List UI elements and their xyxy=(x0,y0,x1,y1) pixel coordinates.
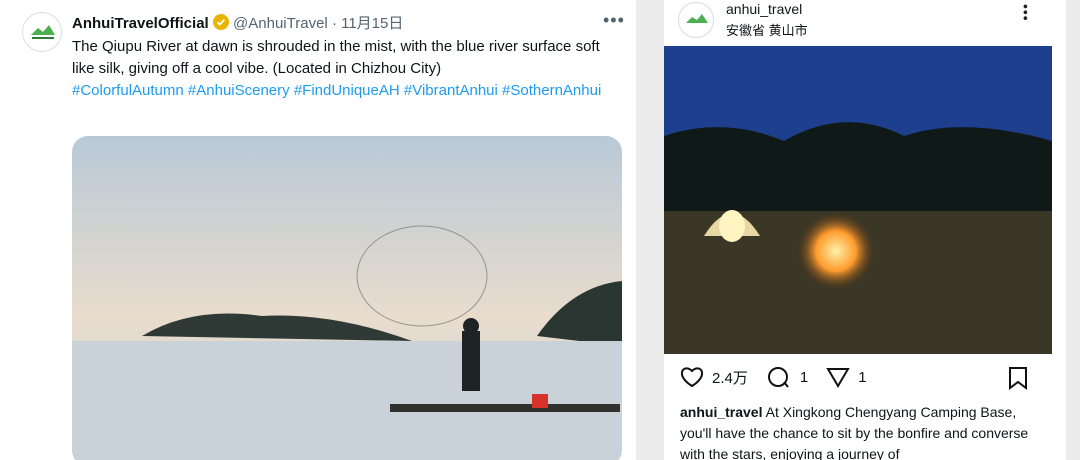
verified-badge-icon xyxy=(212,14,229,30)
comment-count: 1 xyxy=(799,368,809,386)
avatar[interactable] xyxy=(22,12,62,52)
like-count: 2.4万 xyxy=(712,369,748,387)
tweet-body: The Qiupu River at dawn is shrouded in t… xyxy=(72,36,612,102)
hashtag[interactable]: #FindUniqueAH xyxy=(294,82,400,99)
more-icon[interactable]: ••• xyxy=(1018,4,1034,22)
hashtags: #ColorfulAutumn #AnhuiScenery #FindUniqu… xyxy=(72,80,612,102)
more-icon[interactable]: ••• xyxy=(603,10,625,31)
caption: anhui_travel At Xingkong Chengyang Campi… xyxy=(680,402,1050,460)
share-count: 1 xyxy=(858,368,867,386)
separator: · xyxy=(331,15,337,32)
tweet-photo[interactable] xyxy=(72,136,622,460)
display-name[interactable]: AnhuiTravelOfficial xyxy=(72,15,209,32)
hashtag[interactable]: #SothernAnhui xyxy=(502,82,601,99)
username[interactable]: anhui_travel xyxy=(726,1,808,17)
heart-icon[interactable] xyxy=(680,366,704,388)
ig-photo[interactable] xyxy=(664,46,1052,354)
hashtag[interactable]: #VibrantAnhui xyxy=(404,82,498,99)
location[interactable]: 安徽省 黄山市 xyxy=(726,20,808,39)
comment-icon[interactable] xyxy=(766,366,792,388)
handle[interactable]: @AnhuiTravel xyxy=(233,15,328,32)
hashtag[interactable]: #AnhuiScenery xyxy=(188,82,290,99)
avatar[interactable] xyxy=(678,2,714,38)
tweet-date[interactable]: 11月15日 xyxy=(341,15,403,32)
action-bar: 2.4万 1 1 xyxy=(680,366,867,388)
tweet-header: AnhuiTravelOfficial @AnhuiTravel · 11月15… xyxy=(72,12,403,33)
caption-username[interactable]: anhui_travel xyxy=(680,404,762,420)
ig-header: anhui_travel 安徽省 黄山市 xyxy=(726,1,808,39)
tweet-text: The Qiupu River at dawn is shrouded in t… xyxy=(72,38,600,77)
share-icon[interactable] xyxy=(826,366,850,388)
tweet-card: AnhuiTravelOfficial @AnhuiTravel · 11月15… xyxy=(0,0,636,460)
hashtag[interactable]: #ColorfulAutumn xyxy=(72,82,184,99)
instagram-post: anhui_travel 安徽省 黄山市 ••• 2.4万 1 1 anhui_… xyxy=(664,0,1066,460)
bookmark-icon[interactable] xyxy=(1008,366,1028,390)
